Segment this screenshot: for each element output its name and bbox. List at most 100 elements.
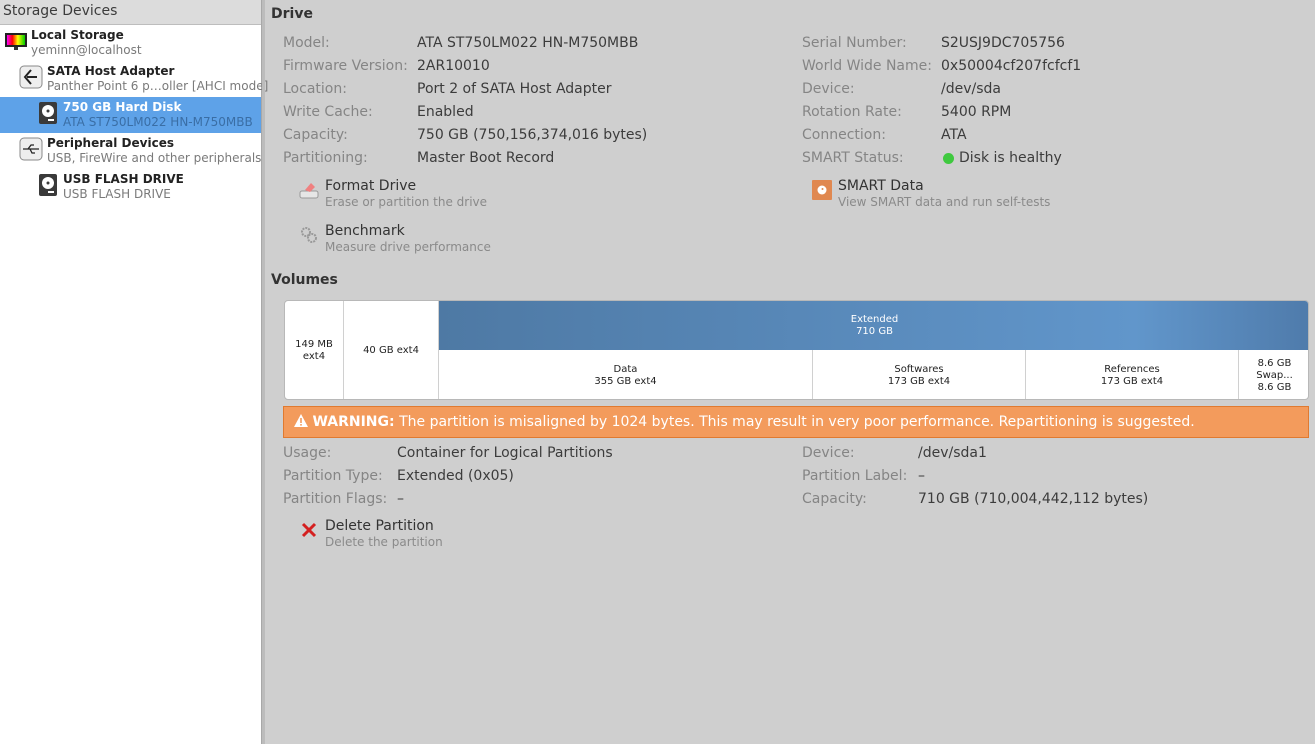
partition-references[interactable]: References 173 GB ext4 [1026, 350, 1239, 399]
partition-label: 149 MB ext4 [295, 339, 333, 362]
storage-devices-sidebar: Storage Devices Local Storage yeminn@loc… [0, 0, 268, 744]
value: Container for Logical Partitions [397, 445, 613, 461]
sidebar-title: Storage Devices [0, 0, 261, 25]
label: Partition Type: [283, 468, 383, 484]
label: World Wide Name: [802, 58, 932, 74]
partition-size: 8.6 GB [1257, 381, 1292, 393]
sidebar-item-subtitle: USB FLASH DRIVE [63, 187, 171, 201]
sidebar-item-title: Peripheral Devices [47, 136, 174, 150]
action-subtitle: Measure drive performance [325, 240, 491, 254]
value: /dev/sda [941, 81, 1001, 97]
format-drive-button[interactable]: Format Drive Erase or partition the driv… [299, 178, 519, 212]
label: Capacity: [802, 491, 867, 507]
sidebar-item-subtitle: ATA ST750LM022 HN-M750MBB [63, 115, 253, 129]
label: Firmware Version: [283, 58, 408, 74]
partition-name: Softwares [894, 363, 944, 375]
value: Master Boot Record [417, 150, 555, 166]
healthy-status-icon [943, 153, 954, 164]
value: Disk is healthy [959, 150, 1062, 166]
label: Device: [802, 445, 855, 461]
action-subtitle: Delete the partition [325, 535, 443, 549]
partition-name: 8.6 GB Swap... [1256, 357, 1293, 381]
partition-name: Data [613, 363, 638, 375]
warning-text: The partition is misaligned by 1024 byte… [399, 414, 1195, 430]
partition-name: References [1104, 363, 1160, 375]
smart-data-icon [812, 180, 832, 200]
action-subtitle: Erase or partition the drive [325, 195, 488, 209]
hard-disk-icon [39, 174, 57, 196]
partition-size: 173 GB ext4 [887, 375, 951, 387]
label: Device: [802, 81, 855, 97]
label: Connection: [802, 127, 886, 143]
value: ATA [941, 127, 967, 143]
action-title: Benchmark [325, 223, 405, 239]
action-title: SMART Data [838, 178, 924, 194]
format-drive-icon [299, 183, 319, 199]
sidebar-item-usb-flash-drive[interactable]: USB FLASH DRIVE USB FLASH DRIVE [0, 169, 261, 205]
sidebar-item-title: SATA Host Adapter [47, 64, 175, 78]
partition-swap[interactable]: 8.6 GB Swap... 8.6 GB [1239, 350, 1308, 399]
label: Partition Label: [802, 468, 908, 484]
label: Rotation Rate: [802, 104, 902, 120]
value: 5400 RPM [941, 104, 1012, 120]
value: Extended (0x05) [397, 468, 514, 484]
label: Write Cache: [283, 104, 373, 120]
label: SMART Status: [802, 150, 904, 166]
label: Usage: [283, 445, 332, 461]
hard-disk-icon [39, 102, 57, 124]
value: 710 GB (710,004,442,112 bytes) [918, 491, 1149, 507]
delete-partition-button[interactable]: Delete Partition Delete the partition [299, 518, 499, 552]
action-title: Format Drive [325, 178, 417, 194]
value: Enabled [417, 104, 474, 120]
value: /dev/sda1 [918, 445, 987, 461]
value: S2USJ9DC705756 [941, 35, 1065, 51]
label: Serial Number: [802, 35, 907, 51]
value: 2AR10010 [417, 58, 490, 74]
usb-icon [19, 137, 43, 161]
volume-map: 149 MB ext4 40 GB ext4 Extended 710 GB Da… [284, 300, 1309, 400]
volumes-heading: Volumes [271, 272, 338, 288]
partition-149mb[interactable]: 149 MB ext4 [285, 301, 344, 399]
sidebar-item-subtitle: yeminn@localhost [31, 43, 142, 57]
sidebar-item-subtitle: Panther Point 6 p…oller [AHCI mode] [47, 79, 269, 93]
misalignment-warning: WARNING: The partition is misaligned by … [283, 406, 1309, 438]
partition-data[interactable]: Data 355 GB ext4 [439, 350, 813, 399]
label: Model: [283, 35, 330, 51]
drive-details: Drive Model: ATA ST750LM022 HN-M750MBB Fi… [265, 0, 1315, 744]
gears-icon [301, 227, 317, 243]
benchmark-button[interactable]: Benchmark Measure drive performance [299, 223, 519, 257]
sidebar-item-title: USB FLASH DRIVE [63, 172, 184, 186]
sata-adapter-icon [19, 65, 43, 89]
sidebar-item-peripheral-devices[interactable]: Peripheral Devices USB, FireWire and oth… [0, 133, 261, 169]
partition-size: 173 GB ext4 [1100, 375, 1164, 387]
sidebar-item-title: Local Storage [31, 28, 124, 42]
delete-x-icon [301, 522, 317, 538]
partition-label: 40 GB ext4 [363, 345, 419, 356]
sidebar-item-local-storage[interactable]: Local Storage yeminn@localhost [0, 25, 261, 61]
value: ATA ST750LM022 HN-M750MBB [417, 35, 639, 51]
label: Partition Flags: [283, 491, 388, 507]
label: Partitioning: [283, 150, 368, 166]
action-title: Delete Partition [325, 518, 434, 534]
partition-name: Extended [850, 313, 899, 325]
partition-40gb[interactable]: 40 GB ext4 [344, 301, 439, 399]
value: 0x50004cf207fcfcf1 [941, 58, 1082, 74]
label: Location: [283, 81, 347, 97]
value: 750 GB (750,156,374,016 bytes) [417, 127, 648, 143]
sidebar-item-title: 750 GB Hard Disk [63, 100, 182, 114]
drive-heading: Drive [271, 6, 313, 22]
sidebar-item-hard-disk[interactable]: 750 GB Hard Disk ATA ST750LM022 HN-M750M… [0, 97, 261, 133]
value: Port 2 of SATA Host Adapter [417, 81, 612, 97]
value: – [918, 468, 925, 484]
action-subtitle: View SMART data and run self-tests [838, 195, 1051, 209]
label: Capacity: [283, 127, 348, 143]
sidebar-item-sata-host-adapter[interactable]: SATA Host Adapter Panther Point 6 p…olle… [0, 61, 268, 97]
partition-softwares[interactable]: Softwares 173 GB ext4 [813, 350, 1026, 399]
warning-icon [294, 414, 308, 427]
partition-size: 710 GB [856, 325, 893, 337]
monitor-icon [5, 33, 27, 50]
value: – [397, 491, 404, 507]
smart-data-button[interactable]: SMART Data View SMART data and run self-… [812, 178, 1062, 212]
warning-label: WARNING: [312, 414, 395, 430]
partition-extended-selected[interactable]: Extended 710 GB [439, 301, 1308, 350]
